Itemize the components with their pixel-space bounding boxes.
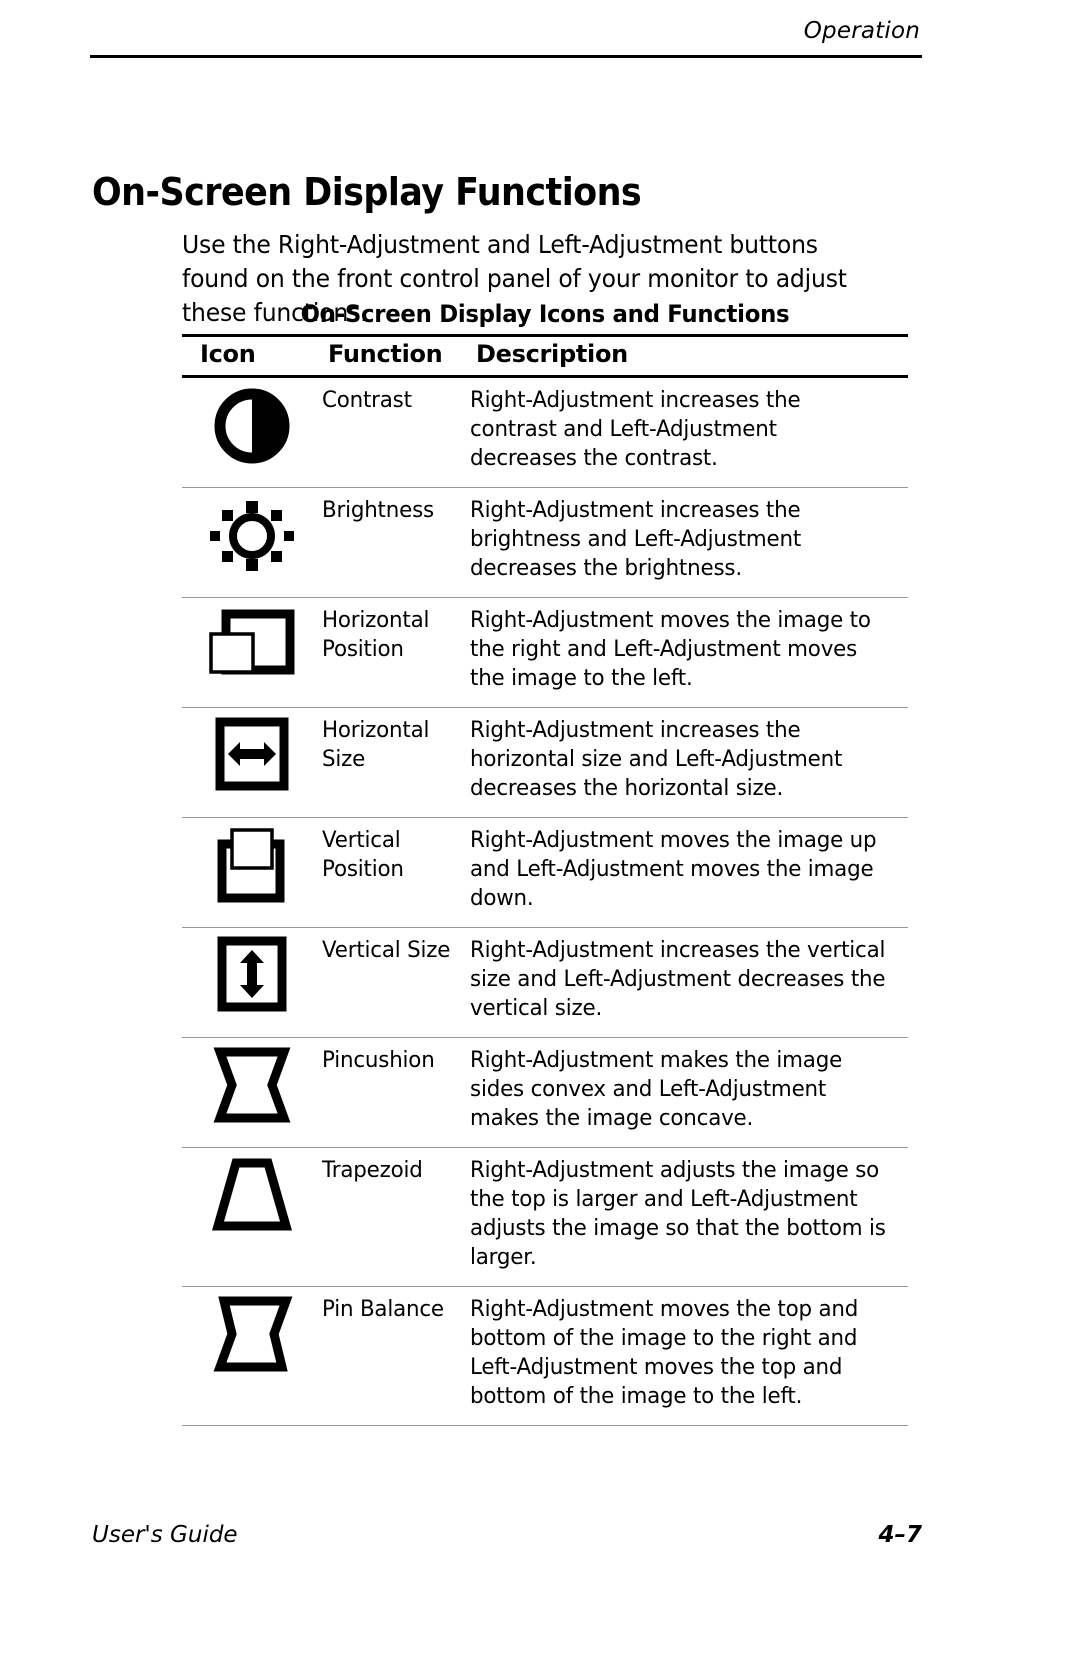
- icon-cell: [182, 1286, 322, 1426]
- description-cell: Right-Adjustment adjusts the image so th…: [470, 1147, 908, 1287]
- function-cell: Trapezoid: [322, 1147, 470, 1287]
- table-row: Contrast Right-Adjustment increases the …: [182, 376, 908, 488]
- table-row: Vertical Size Right-Adjustment increases…: [182, 927, 908, 1038]
- function-label: Horizontal Size: [322, 717, 430, 772]
- description-text: Right-Adjustment increases the brightnes…: [470, 497, 802, 581]
- table-row: Pin Balance Right-Adjustment moves the t…: [182, 1286, 908, 1426]
- horizontal-position-icon: [204, 606, 300, 684]
- function-label: Vertical Position: [322, 827, 404, 882]
- table-row: Brightness Right-Adjustment increases th…: [182, 487, 908, 598]
- function-label: Contrast: [322, 387, 412, 413]
- column-header-icon: Icon: [182, 334, 322, 378]
- description-text: Right-Adjustment increases the horizonta…: [470, 717, 843, 801]
- description-cell: Right-Adjustment moves the top and botto…: [470, 1286, 908, 1426]
- footer-page-number: 4–7: [878, 1522, 922, 1548]
- function-label: Trapezoid: [322, 1157, 423, 1183]
- function-label: Pin Balance: [322, 1296, 444, 1322]
- osd-table-container: On-Screen Display Icons and Functions Ic…: [182, 300, 908, 1426]
- pincushion-icon: [204, 1046, 300, 1124]
- running-header-title: Operation: [803, 18, 920, 44]
- table-header-row: Icon Function Description: [182, 334, 908, 378]
- table-caption: On-Screen Display Icons and Functions: [300, 300, 790, 328]
- table-row: Horizontal Size Right-Adjustment increas…: [182, 707, 908, 818]
- function-cell: Vertical Size: [322, 927, 470, 1038]
- column-header-description: Description: [470, 334, 908, 378]
- table-row: Trapezoid Right-Adjustment adjusts the i…: [182, 1147, 908, 1287]
- description-cell: Right-Adjustment makes the image sides c…: [470, 1037, 908, 1148]
- description-text: Right-Adjustment increases the contrast …: [470, 387, 801, 471]
- function-cell: Vertical Position: [322, 817, 470, 928]
- pin-balance-icon: [204, 1295, 300, 1373]
- description-cell: Right-Adjustment increases the vertical …: [470, 927, 908, 1038]
- brightness-icon: [204, 496, 300, 574]
- horizontal-size-icon: [204, 716, 300, 794]
- icon-cell: [182, 376, 322, 488]
- function-cell: Horizontal Size: [322, 707, 470, 818]
- function-label: Pincushion: [322, 1047, 435, 1073]
- trapezoid-icon: [204, 1156, 300, 1234]
- function-cell: Brightness: [322, 487, 470, 598]
- contrast-icon: [204, 386, 300, 464]
- icon-cell: [182, 1147, 322, 1287]
- description-text: Right-Adjustment moves the image to the …: [470, 607, 871, 691]
- function-cell: Pin Balance: [322, 1286, 470, 1426]
- table-row: Vertical Position Right-Adjustment moves…: [182, 817, 908, 928]
- description-cell: Right-Adjustment increases the horizonta…: [470, 707, 908, 818]
- document-page: Operation On-Screen Display Functions Us…: [0, 0, 1080, 1669]
- function-cell: Pincushion: [322, 1037, 470, 1148]
- description-text: Right-Adjustment moves the top and botto…: [470, 1296, 859, 1409]
- osd-table: Icon Function Description Contrast Right…: [182, 334, 908, 1426]
- description-cell: Right-Adjustment moves the image up and …: [470, 817, 908, 928]
- description-cell: Right-Adjustment moves the image to the …: [470, 597, 908, 708]
- icon-cell: [182, 817, 322, 928]
- icon-cell: [182, 707, 322, 818]
- description-text: Right-Adjustment increases the vertical …: [470, 937, 886, 1021]
- description-text: Right-Adjustment makes the image sides c…: [470, 1047, 843, 1131]
- table-row: Pincushion Right-Adjustment makes the im…: [182, 1037, 908, 1148]
- function-label: Horizontal Position: [322, 607, 430, 662]
- vertical-position-icon: [204, 826, 300, 904]
- icon-cell: [182, 597, 322, 708]
- description-cell: Right-Adjustment increases the brightnes…: [470, 487, 908, 598]
- column-header-function: Function: [322, 334, 470, 378]
- function-cell: Contrast: [322, 376, 470, 488]
- description-text: Right-Adjustment adjusts the image so th…: [470, 1157, 886, 1270]
- function-label: Brightness: [322, 497, 434, 523]
- header-rule: [90, 55, 922, 58]
- icon-cell: [182, 487, 322, 598]
- function-cell: Horizontal Position: [322, 597, 470, 708]
- page-title: On-Screen Display Functions: [92, 170, 642, 214]
- description-text: Right-Adjustment moves the image up and …: [470, 827, 877, 911]
- icon-cell: [182, 927, 322, 1038]
- running-header: Operation: [90, 18, 920, 44]
- function-label: Vertical Size: [322, 937, 451, 963]
- description-cell: Right-Adjustment increases the contrast …: [470, 376, 908, 488]
- table-row: Horizontal Position Right-Adjustment mov…: [182, 597, 908, 708]
- icon-cell: [182, 1037, 322, 1148]
- vertical-size-icon: [204, 936, 300, 1014]
